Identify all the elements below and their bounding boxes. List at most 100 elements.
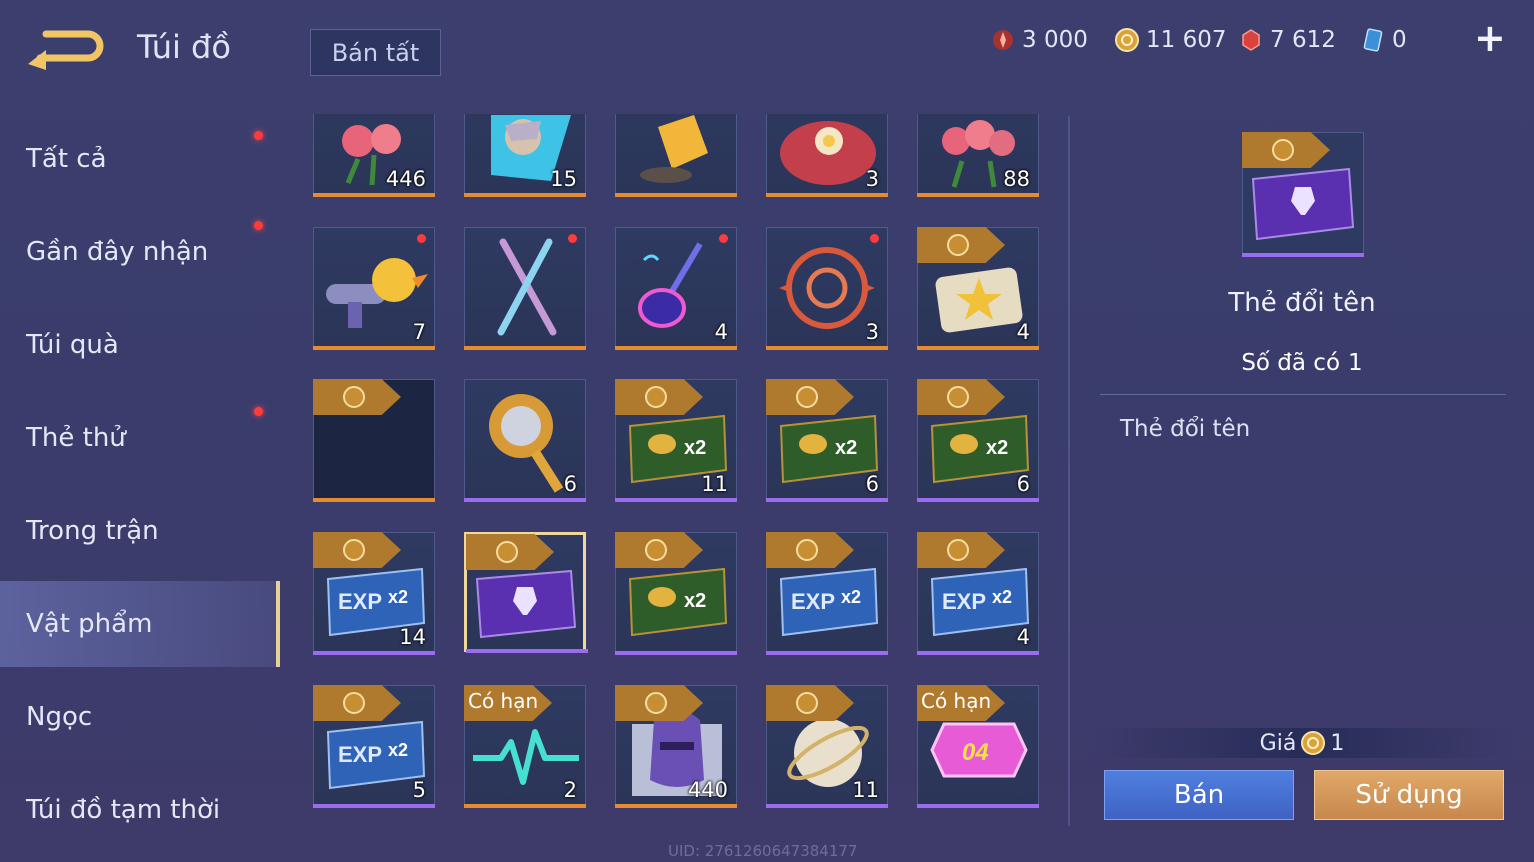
item-slot[interactable]: 15 <box>464 114 586 197</box>
rename-card-icon <box>1251 167 1355 241</box>
item-count: 11 <box>852 778 879 802</box>
rarity-bar <box>766 804 888 808</box>
currency-voucher-value: 3 000 <box>1022 27 1088 53</box>
item-slot[interactable] <box>464 227 586 350</box>
item-slot[interactable]: x2 6 <box>766 379 888 502</box>
rarity-bar <box>766 498 888 502</box>
rarity-bar <box>917 498 1039 502</box>
sidebar-item-items[interactable]: Vật phẩm <box>0 581 280 667</box>
back-button[interactable] <box>26 28 104 70</box>
owned-value: 1 <box>1348 350 1363 376</box>
rarity-bar <box>615 804 737 808</box>
sidebar-item-gems[interactable]: Ngọc <box>0 674 280 760</box>
sell-button[interactable]: Bán <box>1104 770 1294 820</box>
user-id: UID: 2761260647384177 <box>668 842 858 860</box>
rarity-bar <box>917 193 1039 197</box>
item-slot[interactable]: 440 <box>615 685 737 808</box>
svg-text:x2: x2 <box>841 587 861 607</box>
item-slot[interactable]: 446 <box>313 114 435 197</box>
sidebar-item-temp-bag[interactable]: Túi đồ tạm thời <box>0 767 280 853</box>
item-slot[interactable]: 4 <box>615 227 737 350</box>
sidebar-item-label: Túi quà <box>26 330 119 360</box>
rarity-bar <box>766 193 888 197</box>
sidebar-item-label: Túi đồ tạm thời <box>26 795 221 825</box>
hex-04-badge-icon: 04 <box>930 722 1028 778</box>
item-slot[interactable]: 7 <box>313 227 435 350</box>
item-slot[interactable]: x2 6 <box>917 379 1039 502</box>
dragon-emblem-icon <box>779 247 875 329</box>
item-count: 3 <box>865 167 879 191</box>
item-slot[interactable]: 88 <box>917 114 1039 197</box>
item-count: 15 <box>550 167 577 191</box>
coin-icon <box>947 539 969 561</box>
rarity-bar <box>464 804 586 808</box>
rarity-bar <box>917 346 1039 350</box>
gold-x2-card-icon: x2 <box>628 567 728 637</box>
item-slot[interactable]: 04 Có hạn <box>917 685 1039 808</box>
currency-card-value: 0 <box>1392 27 1407 53</box>
svg-text:EXP: EXP <box>942 589 986 614</box>
currency-card[interactable]: 0 <box>1360 24 1407 56</box>
sidebar-item-all[interactable]: Tất cả <box>0 116 280 202</box>
top-bar: Túi đồ Bán tất 3 000 11 607 7 612 0 + <box>0 0 1534 90</box>
item-slot-selected[interactable] <box>464 532 588 653</box>
currency-gem-value: 7 612 <box>1270 27 1336 53</box>
item-slot[interactable]: 6 <box>464 379 586 502</box>
svg-text:EXP: EXP <box>338 589 382 614</box>
coin-icon <box>343 692 365 714</box>
sidebar-item-label: Ngọc <box>26 702 93 732</box>
light-sabers-icon <box>497 238 557 336</box>
sell-all-button[interactable]: Bán tất <box>310 29 441 76</box>
red-voucher-icon <box>993 30 1013 50</box>
rarity-bar <box>313 498 435 502</box>
coin-icon <box>796 386 818 408</box>
selected-item-name: Thẻ đổi tên <box>1228 288 1376 318</box>
add-currency-button[interactable]: + <box>1474 19 1506 57</box>
item-slot[interactable]: 3 <box>766 114 888 197</box>
item-slot[interactable]: 11 <box>766 685 888 808</box>
coin-icon <box>796 692 818 714</box>
item-slot[interactable]: x2 11 <box>615 379 737 502</box>
svg-text:x2: x2 <box>684 437 706 459</box>
item-slot[interactable]: Có hạn 2 <box>464 685 586 808</box>
item-count: 7 <box>412 320 426 344</box>
sidebar-item-trial-cards[interactable]: Thẻ thử <box>0 395 280 481</box>
item-slot[interactable] <box>615 114 737 197</box>
price-label: Giá <box>1259 730 1297 756</box>
item-slot[interactable]: 3 <box>766 227 888 350</box>
item-slot[interactable]: 4 <box>917 227 1039 350</box>
svg-text:x2: x2 <box>684 590 706 612</box>
item-slot[interactable] <box>313 379 435 502</box>
currency-gold[interactable]: 11 607 <box>1114 24 1226 56</box>
item-slot[interactable]: EXP x2 5 <box>313 685 435 808</box>
item-count: 6 <box>1016 472 1030 496</box>
currency-gem[interactable]: 7 612 <box>1238 24 1336 56</box>
gold-coin-icon <box>1115 28 1139 52</box>
rarity-bar <box>464 193 586 197</box>
rarity-bar <box>615 346 737 350</box>
neon-guitar-icon <box>638 242 703 328</box>
item-slot[interactable]: x2 <box>615 532 737 655</box>
limited-tag: Có hạn <box>464 685 552 721</box>
item-count: 440 <box>687 778 728 802</box>
sidebar-item-in-match[interactable]: Trong trận <box>0 488 280 574</box>
rarity-bar <box>313 193 435 197</box>
use-button[interactable]: Sử dụng <box>1314 770 1504 820</box>
item-count: 446 <box>385 167 426 191</box>
currency-voucher[interactable]: 3 000 <box>990 24 1088 56</box>
item-slot[interactable]: EXP x2 4 <box>917 532 1039 655</box>
rarity-bar <box>615 193 737 197</box>
item-slot[interactable]: EXP x2 14 <box>313 532 435 655</box>
gold-coin-icon <box>1301 731 1326 755</box>
sidebar-item-gift-bag[interactable]: Túi quà <box>0 302 280 388</box>
notification-dot <box>254 221 263 230</box>
item-count: 4 <box>714 320 728 344</box>
coin-icon <box>796 539 818 561</box>
sidebar-item-label: Trong trận <box>26 516 159 546</box>
coin-icon <box>343 539 365 561</box>
golden-scepter-icon <box>489 394 564 493</box>
exp-x2-card-icon: EXP x2 <box>779 567 879 637</box>
divider <box>1100 394 1506 395</box>
item-slot[interactable]: EXP x2 <box>766 532 888 655</box>
sidebar-item-recent[interactable]: Gần đây nhận <box>0 209 280 295</box>
